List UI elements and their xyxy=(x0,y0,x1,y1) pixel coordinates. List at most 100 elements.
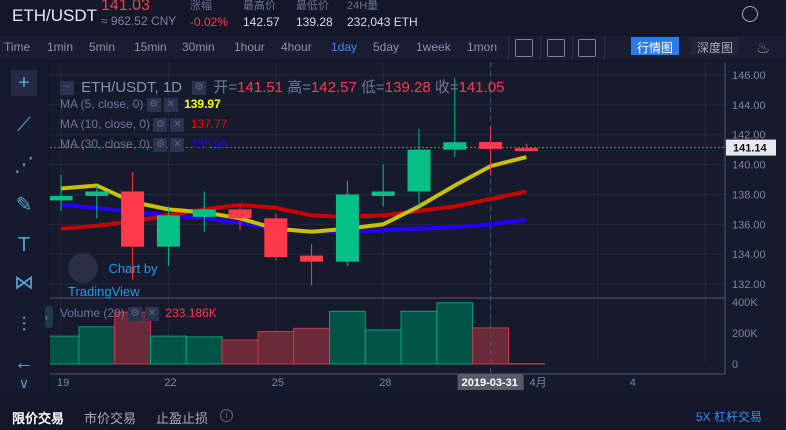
tradingview-watermark[interactable]: Chart by TradingView xyxy=(68,253,178,299)
candle-body xyxy=(514,148,538,152)
pair-name: ETH/USDT xyxy=(12,6,97,25)
time-tick: 22 xyxy=(164,377,176,389)
interval-toolbar: Time 1min 5min 15min 30min 1hour 4hour 1day 5day… xyxy=(0,36,786,60)
volume-bar xyxy=(221,339,259,365)
volume-bar xyxy=(293,327,330,365)
time-tick: 19 xyxy=(57,377,69,389)
ma30-legend: MA (30, close, 0) ⚙ ✕ 135.96 xyxy=(60,137,228,152)
volume-bar xyxy=(436,302,474,365)
volume-bar xyxy=(150,335,187,365)
chevron-down-icon[interactable]: ∨ xyxy=(11,370,37,396)
settings-icon[interactable]: ⚙ xyxy=(153,117,168,132)
interval-1hour[interactable]: 1hour xyxy=(234,40,265,54)
settings-icon[interactable]: ⚙ xyxy=(128,306,143,321)
volume-tick: 400K xyxy=(732,297,758,309)
close-icon[interactable]: ✕ xyxy=(163,97,178,112)
divider xyxy=(508,36,509,60)
time-tick: 25 xyxy=(272,377,284,389)
stat-low: 最低价 139.28 xyxy=(296,0,333,29)
candle-body xyxy=(479,142,503,149)
volume-bar xyxy=(257,330,295,365)
measure-icon[interactable]: ⫶ xyxy=(11,312,37,338)
interval-time[interactable]: Time xyxy=(4,40,30,54)
interval-4hour[interactable]: 4hour xyxy=(281,40,312,54)
candle-body xyxy=(335,194,359,262)
crosshair-date: 2019-03-31 xyxy=(462,377,518,389)
info-icon[interactable]: i xyxy=(220,409,233,422)
volume-tick: 200K xyxy=(732,328,758,340)
volume-bar xyxy=(185,336,223,365)
settings-icon[interactable]: ⚙ xyxy=(146,97,161,112)
order-tabs: 限价交易 市价交易 止盈止损 i 5X 杠杆交易 xyxy=(0,398,786,430)
price-tick: 138.00 xyxy=(732,189,766,201)
screenshot-icon[interactable] xyxy=(578,39,596,57)
price-tick: 144.00 xyxy=(732,100,766,112)
time-tick: 4月 xyxy=(530,377,547,389)
cny-price: ≈ 962.52 CNY xyxy=(101,14,177,28)
candle-body xyxy=(228,209,252,219)
candle-body xyxy=(300,255,324,262)
stat-change: 涨幅 -0.02% xyxy=(190,0,229,29)
interval-1day[interactable]: 1day xyxy=(331,40,357,54)
interval-1min[interactable]: 1min xyxy=(47,40,73,54)
leverage-link[interactable]: 5X 杠杆交易 xyxy=(696,408,762,425)
interval-5day[interactable]: 5day xyxy=(373,40,399,54)
settings-icon[interactable]: ⚙ xyxy=(153,137,168,152)
indicator-icon[interactable] xyxy=(515,39,533,57)
flame-icon[interactable]: ♨ xyxy=(756,38,770,58)
volume-bar xyxy=(50,335,80,365)
close-icon[interactable]: ✕ xyxy=(145,306,160,321)
depth-chart-button[interactable]: 深度图 xyxy=(691,37,740,55)
price-tick: 134.00 xyxy=(732,249,766,261)
candle-body xyxy=(192,209,216,217)
time-tick: 28 xyxy=(379,377,391,389)
interval-1mon[interactable]: 1mon xyxy=(467,40,497,54)
volume-tick: 0 xyxy=(732,359,738,371)
trendline-icon[interactable]: ⟋ xyxy=(11,112,37,138)
divider xyxy=(572,36,573,60)
text-icon[interactable]: T xyxy=(11,232,37,258)
candle-body xyxy=(264,218,288,258)
hide-icon[interactable] xyxy=(742,6,758,22)
interval-1week[interactable]: 1week xyxy=(416,40,451,54)
brush-icon[interactable]: ✎ xyxy=(11,192,37,218)
price-tick: 140.00 xyxy=(732,160,766,172)
interval-15min[interactable]: 15min xyxy=(134,40,167,54)
crosshair-icon[interactable]: + xyxy=(11,70,37,96)
tab-market[interactable]: 市价交易 xyxy=(84,408,136,427)
ticker-header: ETH/USDT 141.03 ≈ 962.52 CNY 涨幅 -0.02% 最高… xyxy=(0,0,786,35)
volume-bar xyxy=(400,310,438,365)
ma10-legend: MA (10, close, 0) ⚙ ✕ 137.77 xyxy=(60,117,228,132)
collapse-panel-handle[interactable]: ‹ xyxy=(45,306,53,328)
interval-30min[interactable]: 30min xyxy=(182,40,215,54)
interval-5min[interactable]: 5min xyxy=(89,40,115,54)
stat-high: 最高价 142.57 xyxy=(243,0,280,29)
candle-body xyxy=(443,142,467,150)
close-icon[interactable]: ✕ xyxy=(170,117,185,132)
collapse-icon[interactable]: − xyxy=(60,81,74,96)
market-chart-button[interactable]: 行情图 xyxy=(631,37,680,55)
candle-body xyxy=(156,215,180,247)
last-price: 141.03 xyxy=(101,0,150,14)
volume-bar xyxy=(329,310,366,365)
ma5-legend: MA (5, close, 0) ⚙ ✕ 139.97 xyxy=(60,97,221,112)
drawing-toolbar: + ⟋ ⋰ ✎ T ⋈ ⫶ ← ∨ xyxy=(0,62,48,392)
candle-body xyxy=(407,149,431,192)
settings-icon[interactable] xyxy=(547,39,565,57)
pattern-icon[interactable]: ⋈ xyxy=(11,270,37,296)
fib-icon[interactable]: ⋰ xyxy=(11,152,37,178)
tradingview-logo-icon xyxy=(68,253,98,283)
volume-bar xyxy=(364,329,402,365)
close-icon[interactable]: ✕ xyxy=(170,137,185,152)
candle-body xyxy=(85,191,109,196)
last-price-label: 141.14 xyxy=(733,143,768,155)
price-tick: 136.00 xyxy=(732,219,766,231)
tab-stop[interactable]: 止盈止损 xyxy=(156,408,208,427)
time-tick: 4 xyxy=(630,377,636,389)
settings-icon[interactable]: ⚙ xyxy=(192,81,207,96)
price-chart[interactable]: 146.00 144.00 142.00 140.00 138.00 136.00 134.… xyxy=(45,62,786,392)
tab-limit[interactable]: 限价交易 xyxy=(12,408,64,427)
volume-bar xyxy=(78,326,116,365)
price-tick: 132.00 xyxy=(732,279,766,291)
stat-volume: 24H量 232,043 ETH xyxy=(347,0,418,29)
